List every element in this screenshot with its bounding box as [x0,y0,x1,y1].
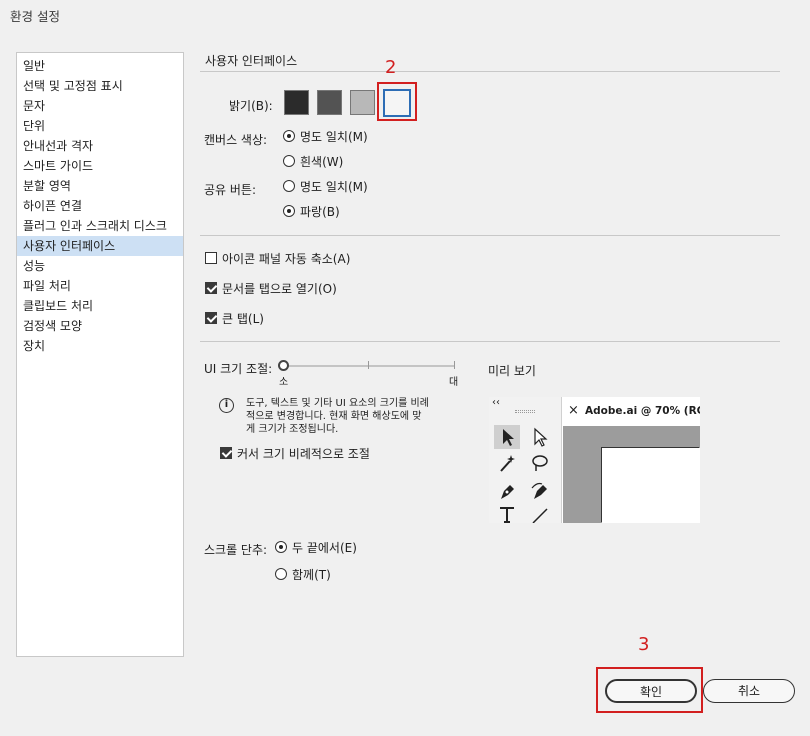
preview-close-icon: × [568,403,579,418]
section-divider [200,71,780,72]
share-match-radio[interactable] [283,180,295,192]
open-docs-tabs-checkbox[interactable] [205,282,217,294]
magic-wand-tool-icon [494,451,520,475]
sidebar-item-hyphenation[interactable]: 하이픈 연결 [17,196,183,216]
sidebar-item-plugins[interactable]: 플러그 인과 스크래치 디스크 [17,216,183,236]
scroll-both-ends-radio[interactable] [275,541,287,553]
scroll-together-label: 함께(T) [292,568,331,582]
auto-collapse-checkbox[interactable] [205,252,217,264]
ui-scale-slider-thumb[interactable] [278,360,289,371]
sidebar-item-smart-guides[interactable]: 스마트 가이드 [17,156,183,176]
sidebar-item-slices[interactable]: 분할 영역 [17,176,183,196]
sidebar-item-file-handling[interactable]: 파일 처리 [17,276,183,296]
divider-2 [200,341,780,342]
brightness-swatch-medium-dark[interactable] [317,90,342,115]
line-tool-icon [527,503,553,523]
sidebar-item-user-interface[interactable]: 사용자 인터페이스 [17,236,183,256]
sidebar-item-devices[interactable]: 장치 [17,336,183,356]
sidebar-item-guides-grid[interactable]: 안내선과 격자 [17,136,183,156]
ui-scale-min-label: 소 [279,377,289,388]
direct-selection-tool-icon [527,425,553,449]
type-tool-icon [494,503,520,523]
window-title: 환경 설정 [10,9,60,24]
large-tabs-label: 큰 탭(L) [222,312,264,326]
sidebar-item-selection[interactable]: 선택 및 고정점 표시 [17,76,183,96]
preview-doc-tab-bar: × Adobe.ai @ 70% (RGB/ [563,397,700,426]
preview-canvas-area: × Adobe.ai @ 70% (RGB/ [563,397,700,523]
sidebar: 일반 선택 및 고정점 표시 문자 단위 안내선과 격자 스마트 가이드 분할 … [16,52,184,657]
preview-label: 미리 보기 [488,364,536,378]
pen-tool-icon [494,479,520,503]
cancel-button[interactable]: 취소 [703,679,795,703]
ui-scale-max-label: 대 [449,377,459,388]
canvas-match-label: 명도 일치(M) [300,130,368,144]
preview-doc-tab-title: Adobe.ai @ 70% (RGB/ [585,405,700,417]
share-blue-radio[interactable] [283,205,295,217]
info-icon: i [219,398,234,413]
info-text: 도구, 텍스트 및 기타 UI 요소의 크기를 비례 적으로 변경합니다. 현재… [246,398,429,435]
preview-grip-icon [515,410,535,413]
sidebar-item-units[interactable]: 단위 [17,116,183,136]
ui-scale-tick-mid [368,361,369,369]
ok-button[interactable]: 확인 [605,679,697,703]
annotation-step-3: 3 [638,634,650,655]
open-docs-tabs-label: 문서를 탭으로 열기(O) [222,282,337,296]
annotation-box-brightness [377,82,417,121]
canvas-color-label: 캔버스 색상: [204,133,268,147]
canvas-white-label: 흰색(W) [300,155,344,169]
share-button-label: 공유 버튼: [204,183,257,197]
preview-panel: ‹‹ × Adobe.ai @ 70% (RGB/ [489,397,700,523]
ui-scale-tick-max [454,361,455,369]
auto-collapse-label: 아이콘 패널 자동 축소(A) [222,252,351,266]
share-match-label: 명도 일치(M) [300,180,368,194]
brightness-label: 밝기(B): [229,99,273,113]
scroll-both-ends-label: 두 끝에서(E) [292,541,357,555]
sidebar-item-black-appearance[interactable]: 검정색 모양 [17,316,183,336]
brightness-swatch-medium-light[interactable] [350,90,375,115]
large-tabs-checkbox[interactable] [205,312,217,324]
share-blue-label: 파랑(B) [300,205,340,219]
scroll-buttons-label: 스크롤 단추: [204,543,268,557]
scale-cursor-label: 커서 크기 비례적으로 조절 [237,447,370,461]
ui-scale-label: UI 크기 조절: [204,362,273,376]
selection-tool-icon [494,425,520,449]
canvas-white-radio[interactable] [283,155,295,167]
annotation-step-2: 2 [385,57,397,78]
sidebar-item-general[interactable]: 일반 [17,56,183,76]
canvas-match-radio[interactable] [283,130,295,142]
sidebar-item-clipboard[interactable]: 클립보드 처리 [17,296,183,316]
sidebar-item-type[interactable]: 문자 [17,96,183,116]
lasso-tool-icon [527,451,553,475]
scale-cursor-checkbox[interactable] [220,447,232,459]
preview-collapse-icon: ‹‹ [492,397,500,408]
preview-artboard [602,448,700,523]
curvature-tool-icon [527,479,553,503]
ui-scale-track[interactable] [283,365,455,367]
divider-1 [200,235,780,236]
scroll-together-radio[interactable] [275,568,287,580]
sidebar-item-performance[interactable]: 성능 [17,256,183,276]
section-title: 사용자 인터페이스 [205,54,298,68]
brightness-swatch-dark[interactable] [284,90,309,115]
preview-tools-panel: ‹‹ [489,397,562,523]
